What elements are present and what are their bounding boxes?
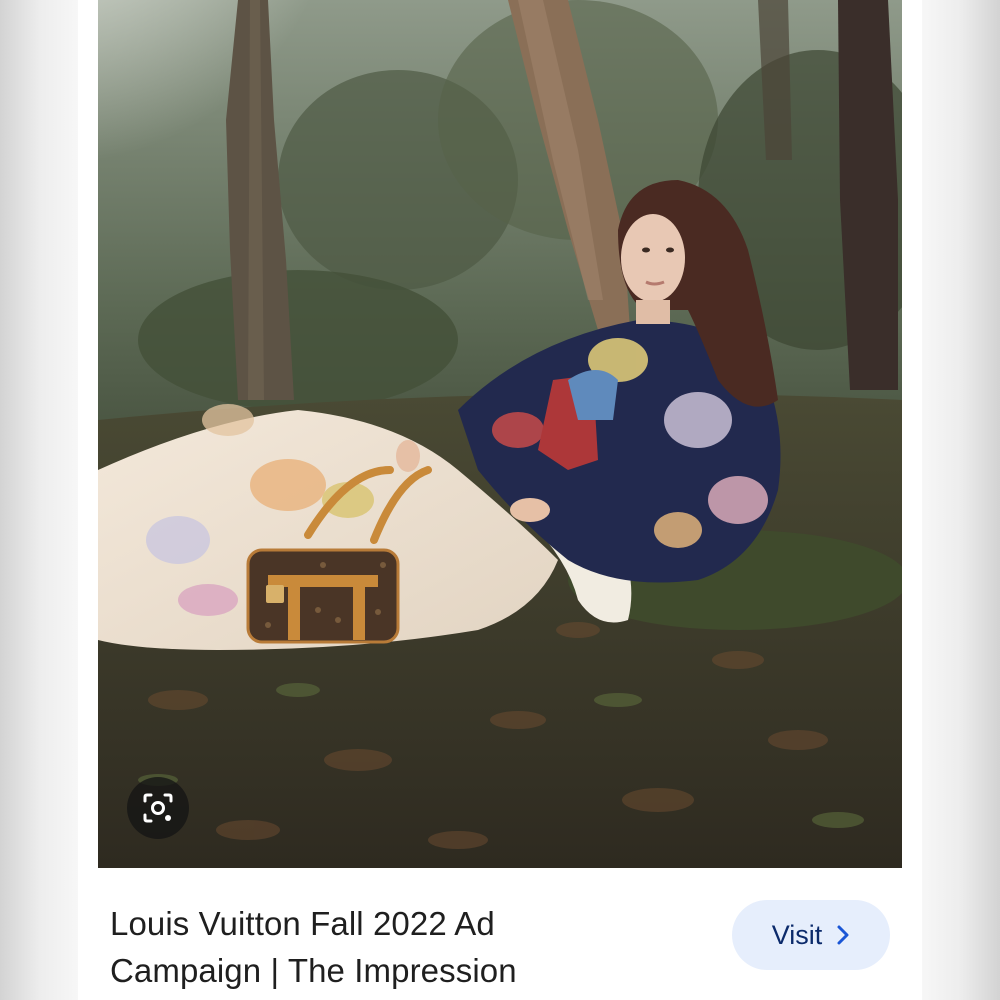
visual-search-icon [143,793,173,823]
result-title[interactable]: Louis Vuitton Fall 2022 Ad Campaign | Th… [110,900,630,994]
visit-button[interactable]: Visit [732,900,890,970]
visual-search-button[interactable] [127,777,189,839]
result-image[interactable] [98,0,902,868]
result-card: Louis Vuitton Fall 2022 Ad Campaign | Th… [78,0,922,1000]
chevron-right-icon [837,925,849,945]
visit-button-label: Visit [771,919,823,950]
